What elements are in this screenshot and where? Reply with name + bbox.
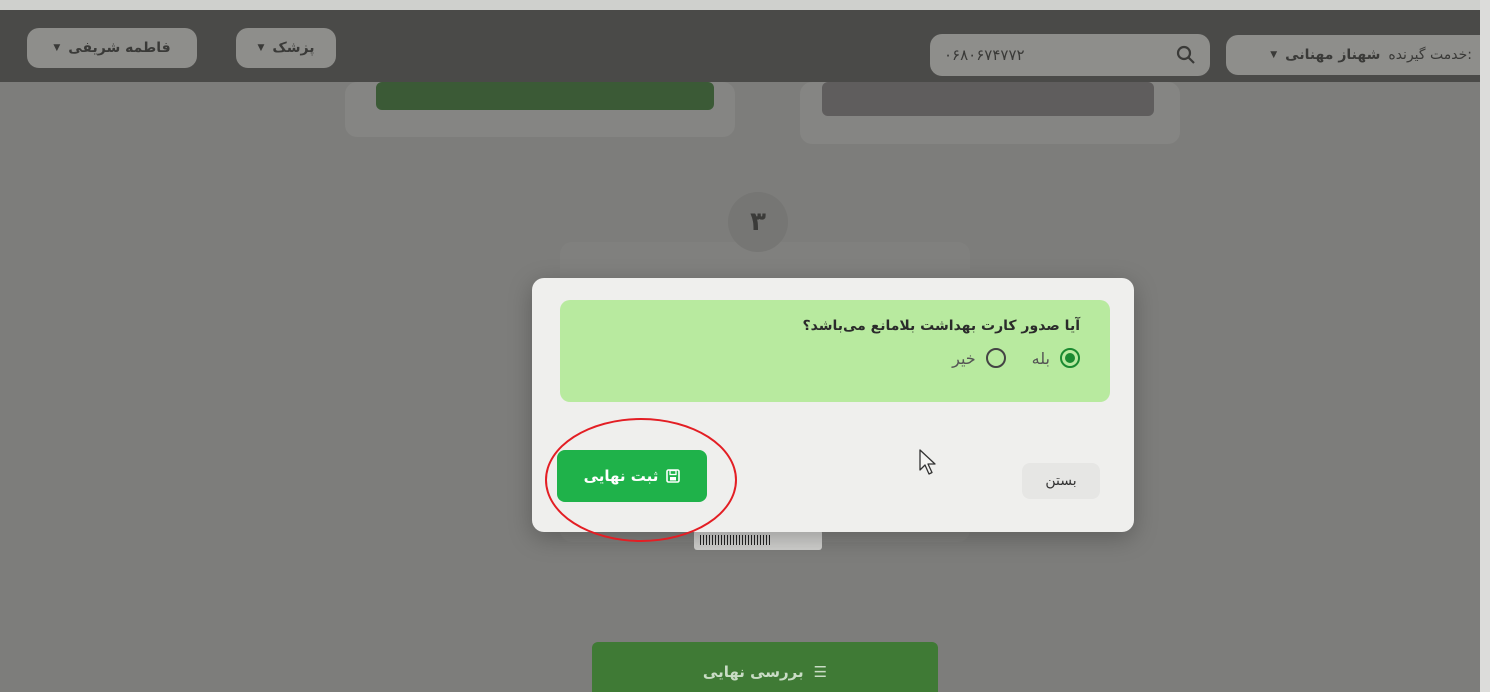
question-box: آیا صدور کارت بهداشت بلامانع می‌باشد؟ بل… — [560, 300, 1110, 402]
option-yes[interactable]: بله — [1032, 348, 1080, 368]
radio-group: بله خیر — [590, 348, 1080, 368]
option-yes-label: بله — [1031, 348, 1050, 368]
step-number: ۳ — [728, 192, 788, 252]
role-selector[interactable]: ▼ پزشک — [236, 28, 336, 68]
chevron-down-icon: ▼ — [53, 43, 61, 53]
question-text: آیا صدور کارت بهداشت بلامانع می‌باشد؟ — [802, 318, 1080, 334]
radio-yes[interactable] — [1060, 348, 1080, 368]
user-menu[interactable]: ▼ فاطمه شریفی — [27, 28, 197, 68]
radio-no[interactable] — [985, 348, 1006, 368]
option-no-label: خیر — [952, 348, 976, 368]
close-button[interactable]: بستن — [1022, 463, 1100, 499]
chevron-down-icon: ▼ — [257, 43, 265, 53]
background-dark-bar — [822, 82, 1154, 116]
photo-edge-right — [1480, 0, 1490, 692]
chevron-down-icon: ▼ — [1270, 50, 1278, 60]
option-no[interactable]: خیر — [952, 348, 1006, 368]
photo-edge-top — [0, 0, 1490, 10]
user-name: فاطمه شریفی — [68, 40, 171, 56]
search-input[interactable]: ۰۶۸۰۶۷۴۷۷۲ — [944, 46, 1025, 64]
review-button-label: بررسی نهایی — [702, 663, 804, 681]
patient-name: شهناز مهنانی — [1285, 47, 1381, 63]
list-check-icon: ☰ — [813, 663, 828, 681]
mouse-cursor-icon — [918, 448, 938, 480]
highlight-circle-annotation — [545, 418, 737, 542]
role-label: پزشک — [272, 40, 315, 56]
final-review-button[interactable]: بررسی نهایی ☰ — [592, 642, 938, 692]
search-field[interactable]: ۰۶۸۰۶۷۴۷۷۲ — [930, 34, 1210, 76]
patient-selector[interactable]: ▼ شهناز مهنانی خدمت گیرنده: — [1226, 35, 1480, 75]
search-icon[interactable] — [1176, 45, 1196, 65]
patient-label: خدمت گیرنده: — [1388, 47, 1472, 63]
background-green-bar — [376, 82, 714, 110]
barcode-fragment — [694, 530, 822, 550]
barcode-bars — [700, 535, 772, 545]
